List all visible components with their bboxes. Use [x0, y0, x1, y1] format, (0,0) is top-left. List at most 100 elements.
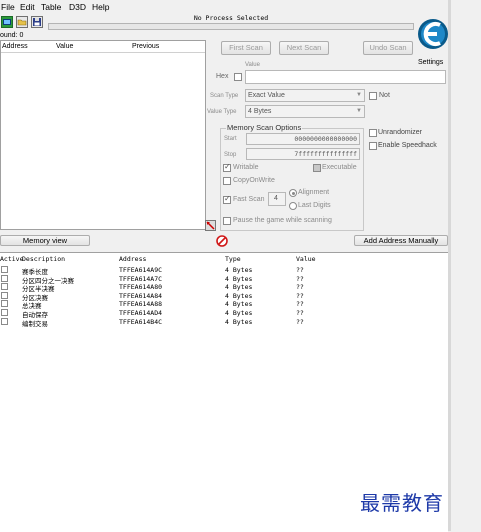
menu-table[interactable]: Table [41, 2, 61, 12]
active-checkbox[interactable] [1, 291, 8, 299]
settings-label[interactable]: Settings [418, 59, 443, 66]
value-label: Value [245, 62, 260, 68]
col-value[interactable]: Value [56, 43, 73, 50]
menu-file[interactable]: File [1, 2, 15, 12]
row-type: 4 Bytes [225, 300, 253, 309]
row-address: TFFEA614A84 [119, 291, 163, 300]
row-address: TFFEA614A9C [119, 266, 163, 274]
col-previous[interactable]: Previous [132, 43, 159, 50]
row-type: 4 Bytes [225, 274, 253, 283]
fast-scan-input[interactable]: 4 [268, 192, 286, 206]
value-type-label: Value Type [207, 109, 237, 115]
stop-address-input[interactable]: 7fffffffffffffff [246, 148, 360, 160]
start-label: Start [224, 136, 237, 142]
row-address: TFFEA614B4C [119, 317, 163, 326]
results-header: Address Value Previous [1, 41, 205, 53]
window-edge [448, 0, 451, 531]
col-value[interactable]: Value [296, 255, 316, 263]
last-digits-label: Last Digits [298, 202, 331, 209]
row-type: 4 Bytes [225, 309, 253, 317]
open-process-icon[interactable] [1, 16, 13, 28]
first-scan-button[interactable]: First Scan [221, 41, 271, 55]
process-label: No Process Selected [193, 14, 269, 22]
unrandomizer-checkbox[interactable] [369, 129, 377, 137]
hex-label: Hex [216, 73, 229, 80]
col-address[interactable]: Address [119, 255, 146, 263]
add-address-manually-button[interactable]: Add Address Manually [354, 235, 448, 246]
row-address: TFFEA614A80 [119, 283, 163, 292]
scan-results-list[interactable]: Address Value Previous [0, 40, 206, 230]
last-digits-radio[interactable] [289, 202, 297, 210]
scan-type-label: Scan Type [210, 93, 239, 99]
found-count: ound: 0 [0, 32, 24, 39]
hex-checkbox[interactable] [234, 73, 242, 81]
active-checkbox[interactable] [1, 300, 8, 308]
menu-edit[interactable]: Edit [20, 2, 35, 12]
row-address: TFFEA614AD4 [119, 309, 163, 317]
stop-icon[interactable] [216, 235, 228, 247]
stop-address-value: 7fffffffffffffff [294, 150, 357, 158]
col-address[interactable]: Address [2, 43, 28, 50]
active-checkbox[interactable] [1, 309, 8, 316]
row-value: ?? [296, 274, 304, 283]
scan-type-value: Exact Value [248, 92, 285, 99]
copyonwrite-checkbox[interactable] [223, 177, 231, 185]
row-value: ?? [296, 300, 304, 309]
speedhack-checkbox[interactable] [369, 142, 377, 150]
progress-bar [48, 23, 414, 30]
value-input[interactable] [245, 70, 446, 84]
col-description[interactable]: Description [22, 255, 65, 263]
row-value: ?? [296, 266, 304, 274]
open-folder-icon[interactable] [16, 16, 28, 28]
row-value: ?? [296, 309, 304, 317]
not-label: Not [379, 92, 390, 99]
row-description: 编制交易 [22, 319, 48, 328]
next-scan-button[interactable]: Next Scan [279, 41, 329, 55]
memory-view-button[interactable]: Memory view [0, 235, 90, 246]
start-address-value: 0000000000000000 [294, 135, 357, 143]
start-address-input[interactable]: 0000000000000000 [246, 133, 360, 145]
save-icon[interactable] [31, 16, 43, 28]
process-label-area: No Process Selected [48, 14, 414, 22]
pause-game-checkbox[interactable] [223, 217, 231, 225]
menubar: File Edit Table D3D Help [0, 0, 450, 14]
executable-label: Executable [322, 164, 357, 171]
alignment-label: Alignment [298, 189, 330, 196]
pause-game-label: Pause the game while scanning [233, 217, 332, 224]
executable-checkbox[interactable] [313, 164, 321, 172]
speedhack-label: Enable Speedhack [378, 142, 437, 149]
active-checkbox[interactable] [1, 283, 8, 291]
memory-scan-options-title: Memory Scan Options [226, 123, 303, 132]
address-table-header: Active Description Address Type Value [0, 255, 448, 264]
chevron-down-icon: ▼ [356, 108, 362, 114]
cheat-engine-logo[interactable] [416, 14, 450, 58]
stop-label: Stop [224, 152, 237, 158]
watermark-text: 最需教育 [360, 491, 444, 515]
fast-scan-label: Fast Scan [233, 196, 265, 203]
unrandomizer-label: Unrandomizer [378, 129, 422, 136]
row-address: TFFEA614A7C [119, 274, 163, 283]
row-value: ?? [296, 317, 304, 326]
col-type[interactable]: Type [225, 255, 241, 263]
not-checkbox[interactable] [369, 92, 377, 100]
writable-checkbox[interactable] [223, 162, 231, 172]
writable-label: Writable [233, 164, 259, 171]
row-type: 4 Bytes [225, 283, 253, 292]
copyonwrite-label: CopyOnWrite [233, 177, 275, 184]
col-active[interactable]: Active [0, 255, 23, 263]
row-value: ?? [296, 291, 304, 300]
scan-type-select[interactable]: Exact Value ▼ [245, 89, 365, 102]
value-type-select[interactable]: 4 Bytes ▼ [245, 105, 365, 118]
active-checkbox[interactable] [1, 266, 8, 273]
active-checkbox[interactable] [1, 274, 8, 282]
row-value: ?? [296, 283, 304, 292]
alignment-radio[interactable] [289, 189, 297, 197]
menu-d3d[interactable]: D3D [69, 2, 86, 12]
row-type: 4 Bytes [225, 317, 253, 326]
pointer-scan-icon[interactable] [205, 220, 216, 231]
active-checkbox[interactable] [1, 317, 8, 325]
undo-scan-button[interactable]: Undo Scan [363, 41, 413, 55]
menu-help[interactable]: Help [92, 2, 109, 12]
fast-scan-checkbox[interactable] [223, 194, 231, 204]
row-type: 4 Bytes [225, 291, 253, 300]
